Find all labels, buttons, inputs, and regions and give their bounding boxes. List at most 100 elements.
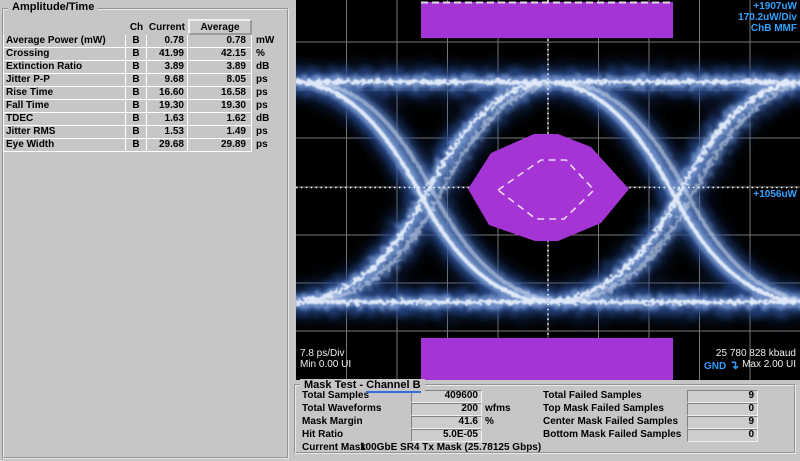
measurement-current-value: 1.63: [147, 113, 188, 126]
measurement-unit: ps: [252, 74, 286, 87]
table-row: Eye Width B 29.68 29.89 ps: [3, 139, 291, 152]
measurement-average-value: 19.30: [188, 100, 252, 113]
measurement-label: Average Power (mW): [3, 35, 126, 48]
measurements-table: Ch Current Average Average Power (mW) B …: [3, 20, 291, 152]
table-row: Fall Time B 19.30 19.30 ps: [3, 100, 291, 113]
field-label: Total Samples: [302, 390, 369, 401]
current-mask-label: Current Mask: [302, 442, 366, 453]
field-value-box: 200: [411, 403, 482, 416]
measurement-channel: B: [126, 48, 147, 61]
channel-source-label: ChB MMF: [738, 23, 797, 34]
field-value-box: 0: [687, 403, 758, 416]
mask-test-row: Mask Margin 41.6 % Center Mask Failed Sa…: [292, 416, 800, 428]
measurement-average-value: 0.78: [188, 35, 252, 48]
measurement-unit: ps: [252, 139, 286, 152]
measurement-unit: mW: [252, 35, 286, 48]
eye-diagram-canvas: [296, 0, 800, 380]
measurement-unit: ps: [252, 87, 286, 100]
measurement-average-value: 3.89: [188, 61, 252, 74]
amplitude-top-marker: +1907uW: [738, 1, 797, 12]
measurement-current-value: 9.68: [147, 74, 188, 87]
baud-rate-label: 25 780 828 kbaud: [716, 348, 796, 359]
gnd-label: GND: [704, 361, 726, 372]
field-label: Hit Ratio: [302, 429, 343, 440]
table-row: Average Power (mW) B 0.78 0.78 mW: [3, 35, 291, 48]
measurement-unit: ps: [252, 126, 286, 139]
ground-marker: GND ↴: [704, 360, 739, 372]
measurement-label: Eye Width: [3, 139, 126, 152]
header-spacer: [3, 20, 126, 35]
measurement-channel: B: [126, 100, 147, 113]
measurement-current-value: 16.60: [147, 87, 188, 100]
column-header-current: Current: [147, 20, 188, 35]
field-unit: wfms: [485, 403, 511, 414]
field-label: Bottom Mask Failed Samples: [543, 429, 681, 440]
eye-diagram-display: +1907uW 170.2uW/Div ChB MMF +1056uW 7.8 …: [296, 0, 800, 380]
measurement-label: Fall Time: [3, 100, 126, 113]
measurement-current-value: 41.99: [147, 48, 188, 61]
measurement-unit: dB: [252, 61, 286, 74]
amplitude-scale-readout: +1907uW 170.2uW/Div ChB MMF: [738, 1, 797, 34]
table-row: Jitter RMS B 1.53 1.49 ps: [3, 126, 291, 139]
field-label: Total Failed Samples: [543, 390, 642, 401]
mask-test-panel: Mask Test - Channel B Total Samples 4096…: [292, 380, 800, 461]
measurement-average-value: 16.58: [188, 87, 252, 100]
field-unit: %: [485, 416, 494, 427]
measurement-label: Crossing: [3, 48, 126, 61]
column-header-average: Average: [188, 20, 252, 35]
mask-test-title: Mask Test - Channel B: [300, 379, 425, 391]
table-row: TDEC B 1.63 1.62 dB: [3, 113, 291, 126]
table-row: Extinction Ratio B 3.89 3.89 dB: [3, 61, 291, 74]
measurement-label: Jitter RMS: [3, 126, 126, 139]
field-value-box: 5.0E-05: [411, 429, 482, 442]
time-per-div: 7.8 ps/Div: [300, 348, 351, 359]
measurement-current-value: 1.53: [147, 126, 188, 139]
mask-test-row: Hit Ratio 5.0E-05 Bottom Mask Failed Sam…: [292, 429, 800, 441]
measurement-channel: B: [126, 126, 147, 139]
measurement-current-value: 0.78: [147, 35, 188, 48]
mask-test-title-prefix: Mask Test -: [304, 379, 366, 391]
measurement-unit: ps: [252, 100, 286, 113]
measurement-channel: B: [126, 87, 147, 100]
measurement-current-value: 3.89: [147, 61, 188, 74]
measurement-current-value: 19.30: [147, 100, 188, 113]
field-value-box: 0: [687, 429, 758, 442]
measurement-average-value: 1.49: [188, 126, 252, 139]
amplitude-mid-marker: +1056uW: [753, 189, 797, 200]
mask-test-row: Total Waveforms 200 wfms Top Mask Failed…: [292, 403, 800, 415]
mask-top-region: [421, 2, 673, 38]
measurement-average-value: 8.05: [188, 74, 252, 87]
timebase-readout: 7.8 ps/Div Min 0.00 UI: [300, 348, 351, 370]
amplitude-per-div: 170.2uW/Div: [738, 12, 797, 23]
measurement-channel: B: [126, 61, 147, 74]
measurement-label: TDEC: [3, 113, 126, 126]
table-row: Jitter P-P B 9.68 8.05 ps: [3, 74, 291, 87]
measurement-channel: B: [126, 74, 147, 87]
measurements-panel: Amplitude/Time Ch Current Average Averag…: [0, 0, 292, 461]
table-row: Rise Time B 16.60 16.58 ps: [3, 87, 291, 100]
measurement-average-value: 42.15: [188, 48, 252, 61]
average-column-button[interactable]: Average: [188, 19, 252, 35]
field-label: Center Mask Failed Samples: [543, 416, 678, 427]
min-ui-label: Min 0.00 UI: [300, 359, 351, 370]
field-label: Top Mask Failed Samples: [543, 403, 664, 414]
measurement-label: Extinction Ratio: [3, 61, 126, 74]
measurement-label: Jitter P-P: [3, 74, 126, 87]
measurements-table-header: Ch Current Average: [3, 20, 291, 35]
field-value-box: 9: [687, 390, 758, 403]
field-value-box: 409600: [411, 390, 482, 403]
gnd-arrow-icon: ↴: [729, 358, 739, 372]
measurement-current-value: 29.68: [147, 139, 188, 152]
measurement-unit: dB: [252, 113, 286, 126]
table-row: Crossing B 41.99 42.15 %: [3, 48, 291, 61]
current-mask-value: 100GbE SR4 Tx Mask (25.78125 Gbps): [360, 442, 541, 453]
measurement-label: Rise Time: [3, 87, 126, 100]
measurement-channel: B: [126, 35, 147, 48]
measurement-channel: B: [126, 139, 147, 152]
field-label: Total Waveforms: [302, 403, 381, 414]
mask-bottom-region: [421, 338, 673, 380]
field-label: Mask Margin: [302, 416, 363, 427]
amplitude-time-title: Amplitude/Time: [8, 1, 98, 13]
current-mask-row: Current Mask 100GbE SR4 Tx Mask (25.7812…: [292, 442, 800, 454]
field-value-box: 9: [687, 416, 758, 429]
